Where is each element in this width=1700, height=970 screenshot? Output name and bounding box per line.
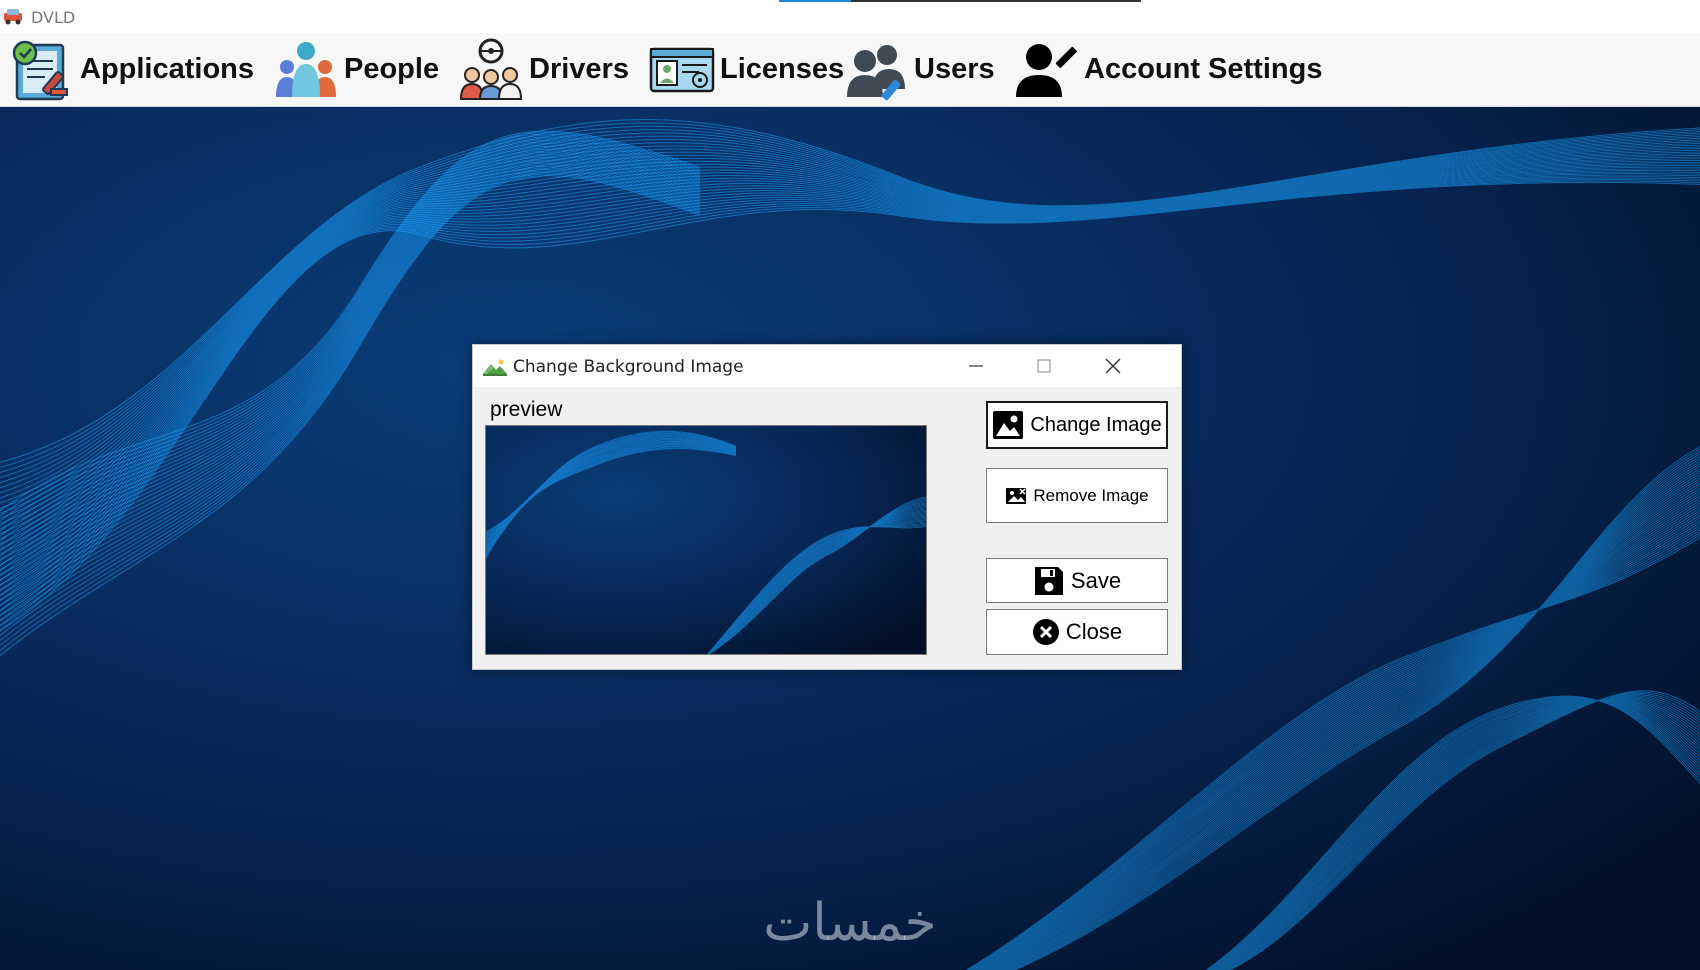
title-dark-bar: [851, 0, 1141, 2]
menu-item-licenses[interactable]: Licenses: [648, 33, 844, 106]
menu-item-drivers[interactable]: Drivers: [457, 33, 629, 106]
car-icon: [2, 6, 24, 26]
save-button[interactable]: Save: [986, 558, 1168, 603]
menu-item-users[interactable]: Users: [842, 33, 995, 106]
remove-image-button[interactable]: Remove Image: [986, 468, 1168, 523]
change-image-button[interactable]: Change Image: [986, 401, 1168, 449]
drivers-icon: [457, 36, 525, 104]
app-title: DVLD: [31, 8, 76, 27]
change-image-label: Change Image: [1030, 413, 1162, 436]
landscape-image-icon: [483, 358, 507, 376]
remove-image-icon: [1005, 487, 1027, 505]
maximize-icon: [1037, 359, 1051, 373]
dialog-title-bar[interactable]: Change Background Image: [473, 345, 1181, 387]
preview-image: [485, 425, 927, 655]
menu-item-people[interactable]: People: [272, 33, 439, 106]
title-bar: DVLD: [0, 0, 1700, 33]
menu-label-people: People: [344, 53, 440, 85]
preview-label: preview: [490, 398, 563, 421]
menu-item-account-settings[interactable]: Account Settings: [1012, 33, 1322, 106]
title-accent-bar: [779, 0, 851, 2]
main-menu-bar: Applications People Drivers Licenses Use…: [0, 33, 1700, 107]
users-icon: [842, 36, 910, 104]
close-icon: [1105, 358, 1121, 374]
main-window: DVLD Applications People Drivers License…: [0, 0, 1700, 970]
menu-label-licenses: Licenses: [720, 53, 845, 85]
menu-label-users: Users: [914, 53, 995, 85]
people-icon: [272, 36, 340, 104]
minimize-icon: [969, 365, 983, 367]
license-card-icon: [648, 36, 716, 104]
close-button[interactable]: Close: [986, 609, 1168, 655]
minimize-button[interactable]: [942, 345, 1010, 387]
change-background-dialog: Change Background Image preview Change I…: [472, 344, 1182, 670]
close-circle-icon: [1032, 618, 1060, 646]
menu-label-applications: Applications: [80, 53, 255, 85]
close-label: Close: [1065, 619, 1123, 644]
save-label: Save: [1070, 567, 1122, 593]
close-window-button[interactable]: [1079, 345, 1147, 387]
dialog-title: Change Background Image: [513, 357, 744, 377]
watermark-logo: خمسات: [763, 893, 937, 953]
menu-label-account-settings: Account Settings: [1084, 53, 1323, 85]
floppy-disk-icon: [1033, 565, 1065, 597]
applications-icon: [8, 36, 76, 104]
maximize-button[interactable]: [1010, 345, 1078, 387]
menu-label-drivers: Drivers: [529, 53, 629, 85]
menu-item-applications[interactable]: Applications: [8, 33, 254, 106]
account-edit-icon: [1012, 36, 1080, 104]
image-icon: [992, 410, 1024, 440]
remove-image-label: Remove Image: [1033, 485, 1149, 505]
